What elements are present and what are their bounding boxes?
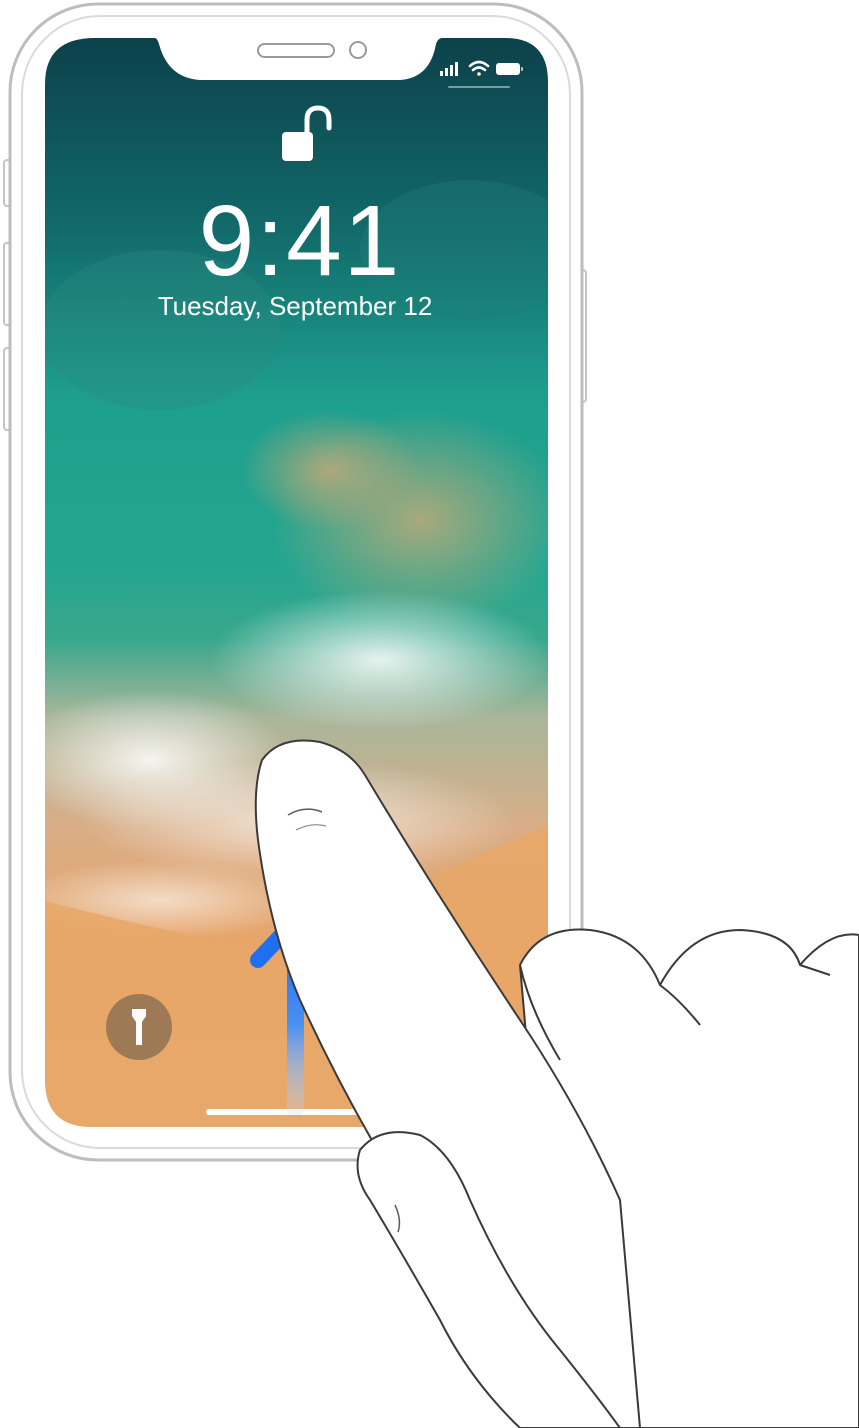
illustration-stage: 9:41 Tuesday, September 12 <box>0 0 859 1428</box>
index-finger-hand <box>254 739 859 1428</box>
